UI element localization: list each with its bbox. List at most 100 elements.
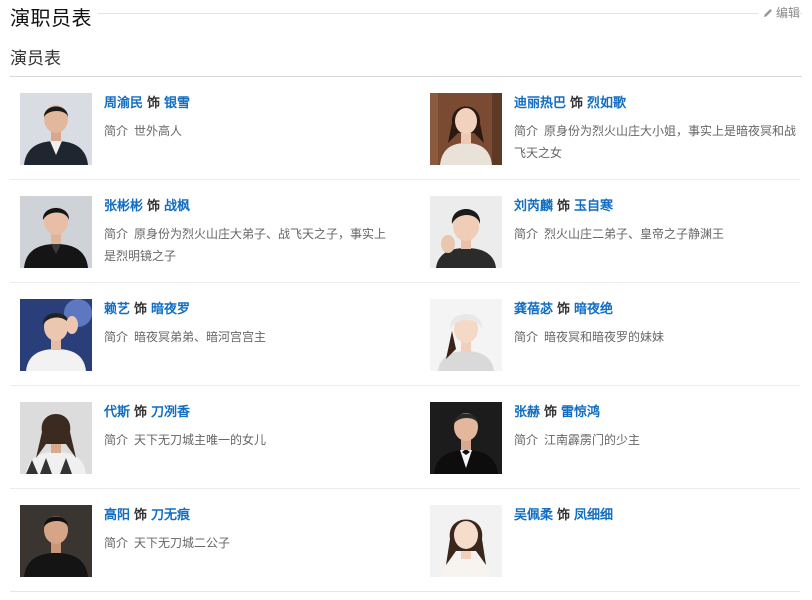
actor-photo[interactable] xyxy=(430,93,502,165)
desc-text: 暗夜冥弟弟、暗河宫宫主 xyxy=(134,330,267,344)
role-name[interactable]: 暗夜绝 xyxy=(574,302,613,317)
cast-subtitle: 演员表 xyxy=(10,49,61,69)
actor-photo[interactable] xyxy=(20,402,92,474)
cast-description: 简介 江南霹雳门的少主 xyxy=(514,429,800,451)
role-name[interactable]: 战枫 xyxy=(164,199,190,214)
cast-info: 周渝民饰银雪 简介 世外高人 xyxy=(104,95,390,142)
as-word: 饰 xyxy=(570,96,584,111)
cast-card: 迪丽热巴饰烈如歌 简介 原身份为烈火山庄大小姐，事实上是暗夜冥和战飞天之女 xyxy=(420,77,800,179)
cast-card: 刘芮麟饰玉自寒 简介 烈火山庄二弟子、皇帝之子静渊王 xyxy=(420,180,800,282)
desc-label: 简介 xyxy=(514,433,539,447)
actor-name[interactable]: 赖艺 xyxy=(104,302,130,317)
as-word: 饰 xyxy=(147,96,161,111)
role-name[interactable]: 刀无痕 xyxy=(151,508,190,523)
name-line: 张彬彬饰战枫 xyxy=(104,198,390,216)
cast-info: 龚蓓苾饰暗夜绝 简介 暗夜冥和暗夜罗的妹妹 xyxy=(514,301,800,348)
edit-link[interactable]: 编辑 xyxy=(757,4,800,21)
actor-name[interactable]: 张彬彬 xyxy=(104,199,143,214)
cast-card: 龚蓓苾饰暗夜绝 简介 暗夜冥和暗夜罗的妹妹 xyxy=(420,283,800,385)
cast-description: 简介 天下无刀城主唯一的女儿 xyxy=(104,429,390,451)
actor-photo[interactable] xyxy=(20,93,92,165)
actor-photo[interactable] xyxy=(20,196,92,268)
desc-text: 江南霹雳门的少主 xyxy=(544,433,641,447)
section-title: 演职员表 xyxy=(10,2,98,31)
cast-card: 张彬彬饰战枫 简介 原身份为烈火山庄大弟子、战飞天之子，事实上是烈明镜之子 xyxy=(10,180,420,282)
desc-label: 简介 xyxy=(104,536,129,550)
name-line: 高阳饰刀无痕 xyxy=(104,507,390,525)
cast-description: 简介 原身份为烈火山庄大小姐，事实上是暗夜冥和战飞天之女 xyxy=(514,120,800,164)
cast-description: 简介 烈火山庄二弟子、皇帝之子静渊王 xyxy=(514,223,800,245)
desc-text: 天下无刀城二公子 xyxy=(134,536,231,550)
cast-info: 张彬彬饰战枫 简介 原身份为烈火山庄大弟子、战飞天之子，事实上是烈明镜之子 xyxy=(104,198,390,267)
cast-info: 吴佩柔饰凤细细 xyxy=(514,507,800,525)
cast-description: 简介 暗夜冥弟弟、暗河宫宫主 xyxy=(104,326,390,348)
actor-photo[interactable] xyxy=(430,299,502,371)
desc-text: 天下无刀城主唯一的女儿 xyxy=(134,433,267,447)
as-word: 饰 xyxy=(544,405,558,420)
actor-name[interactable]: 吴佩柔 xyxy=(514,508,553,523)
cast-card: 吴佩柔饰凤细细 xyxy=(420,489,800,591)
desc-label: 简介 xyxy=(104,330,129,344)
role-name[interactable]: 雷惊鸿 xyxy=(561,405,600,420)
cast-info: 迪丽热巴饰烈如歌 简介 原身份为烈火山庄大小姐，事实上是暗夜冥和战飞天之女 xyxy=(514,95,800,164)
desc-text: 世外高人 xyxy=(134,124,183,138)
cast-description: 简介 世外高人 xyxy=(104,120,390,142)
desc-text: 原身份为烈火山庄大弟子、战飞天之子，事实上是烈明镜之子 xyxy=(104,227,387,263)
actor-photo[interactable] xyxy=(430,505,502,577)
name-line: 周渝民饰银雪 xyxy=(104,95,390,113)
name-line: 代斯饰刀冽香 xyxy=(104,404,390,422)
actor-name[interactable]: 张赫 xyxy=(514,405,540,420)
cast-info: 代斯饰刀冽香 简介 天下无刀城主唯一的女儿 xyxy=(104,404,390,451)
actor-photo[interactable] xyxy=(430,402,502,474)
actor-photo[interactable] xyxy=(430,196,502,268)
cast-row: 代斯饰刀冽香 简介 天下无刀城主唯一的女儿 张赫饰雷惊鸿 简介 江南霹雳门的少主 xyxy=(10,386,800,489)
name-line: 吴佩柔饰凤细细 xyxy=(514,507,800,525)
actor-photo[interactable] xyxy=(20,299,92,371)
cast-info: 刘芮麟饰玉自寒 简介 烈火山庄二弟子、皇帝之子静渊王 xyxy=(514,198,800,245)
role-name[interactable]: 玉自寒 xyxy=(574,199,613,214)
cast-row: 高阳饰刀无痕 简介 天下无刀城二公子 吴佩柔饰凤细细 xyxy=(10,489,800,592)
desc-text: 暗夜冥和暗夜罗的妹妹 xyxy=(544,330,665,344)
cast-info: 高阳饰刀无痕 简介 天下无刀城二公子 xyxy=(104,507,390,554)
actor-name[interactable]: 周渝民 xyxy=(104,96,143,111)
as-word: 饰 xyxy=(134,405,148,420)
desc-text: 烈火山庄二弟子、皇帝之子静渊王 xyxy=(544,227,725,241)
role-name[interactable]: 银雪 xyxy=(164,96,190,111)
role-name[interactable]: 暗夜罗 xyxy=(151,302,190,317)
role-name[interactable]: 刀冽香 xyxy=(151,405,190,420)
cast-card: 代斯饰刀冽香 简介 天下无刀城主唯一的女儿 xyxy=(10,386,420,488)
desc-label: 简介 xyxy=(514,330,539,344)
cast-card: 高阳饰刀无痕 简介 天下无刀城二公子 xyxy=(10,489,420,591)
name-line: 刘芮麟饰玉自寒 xyxy=(514,198,800,216)
as-word: 饰 xyxy=(557,302,571,317)
section-header: 演职员表 编辑 xyxy=(0,0,812,34)
desc-label: 简介 xyxy=(104,433,129,447)
actor-name[interactable]: 代斯 xyxy=(104,405,130,420)
desc-label: 简介 xyxy=(104,227,129,241)
cast-row: 周渝民饰银雪 简介 世外高人 迪丽热巴饰烈如歌 简介 原身份为烈火山庄大小姐，事实上… xyxy=(10,77,800,180)
cast-grid: 周渝民饰银雪 简介 世外高人 迪丽热巴饰烈如歌 简介 原身份为烈火山庄大小姐，事实上… xyxy=(10,77,800,592)
as-word: 饰 xyxy=(557,508,571,523)
actor-name[interactable]: 龚蓓苾 xyxy=(514,302,553,317)
header-divider xyxy=(10,13,802,14)
pencil-icon xyxy=(763,9,772,17)
cast-description: 简介 天下无刀城二公子 xyxy=(104,532,390,554)
role-name[interactable]: 烈如歌 xyxy=(587,96,626,111)
actor-name[interactable]: 刘芮麟 xyxy=(514,199,553,214)
actor-photo[interactable] xyxy=(20,505,92,577)
cast-row: 张彬彬饰战枫 简介 原身份为烈火山庄大弟子、战飞天之子，事实上是烈明镜之子 刘芮麟… xyxy=(10,180,800,283)
name-line: 赖艺饰暗夜罗 xyxy=(104,301,390,319)
cast-card: 赖艺饰暗夜罗 简介 暗夜冥弟弟、暗河宫宫主 xyxy=(10,283,420,385)
cast-description: 简介 暗夜冥和暗夜罗的妹妹 xyxy=(514,326,800,348)
name-line: 龚蓓苾饰暗夜绝 xyxy=(514,301,800,319)
as-word: 饰 xyxy=(147,199,161,214)
actor-name[interactable]: 迪丽热巴 xyxy=(514,96,566,111)
as-word: 饰 xyxy=(557,199,571,214)
name-line: 迪丽热巴饰烈如歌 xyxy=(514,95,800,113)
actor-name[interactable]: 高阳 xyxy=(104,508,130,523)
desc-label: 简介 xyxy=(514,227,539,241)
role-name[interactable]: 凤细细 xyxy=(574,508,613,523)
desc-text: 原身份为烈火山庄大小姐，事实上是暗夜冥和战飞天之女 xyxy=(514,124,797,160)
name-line: 张赫饰雷惊鸿 xyxy=(514,404,800,422)
cast-info: 赖艺饰暗夜罗 简介 暗夜冥弟弟、暗河宫宫主 xyxy=(104,301,390,348)
